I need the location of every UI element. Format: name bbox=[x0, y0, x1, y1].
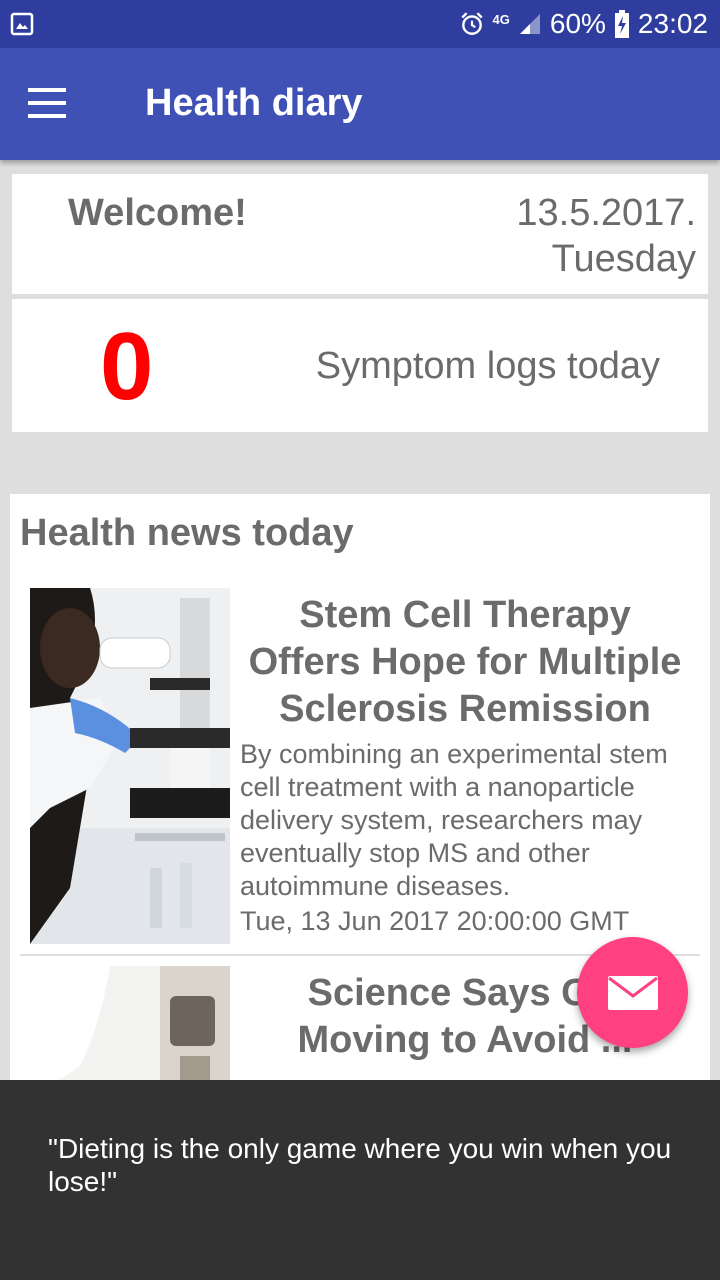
news-thumbnail bbox=[30, 588, 230, 944]
envelope-icon[interactable] bbox=[577, 937, 688, 1048]
alarm-icon bbox=[460, 12, 483, 35]
symptom-logs-card[interactable]: 0 Symptom logs today bbox=[12, 299, 708, 432]
scientist-microscope-image bbox=[30, 588, 230, 944]
welcome-card: Welcome! 13.5.2017. Tuesday bbox=[12, 174, 708, 294]
news-date: Tue, 13 Jun 2017 20:00:00 GMT bbox=[240, 906, 630, 936]
news-description: By combining an experimental stem cell t… bbox=[240, 739, 668, 901]
page-title: Health diary bbox=[145, 82, 363, 124]
welcome-greeting: Welcome! bbox=[68, 192, 247, 234]
status-bar: 4G 60% 23:02 bbox=[0, 0, 720, 48]
signal-icon bbox=[519, 14, 540, 34]
news-heading: Health news today bbox=[20, 512, 354, 554]
battery-charging-icon bbox=[614, 10, 629, 38]
hamburger-menu-icon[interactable] bbox=[28, 88, 68, 120]
weekday-value: Tuesday bbox=[551, 238, 696, 280]
current-date: 13.5.2017. Tuesday bbox=[516, 190, 696, 282]
quote-text: "Dieting is the only game where you win … bbox=[48, 1133, 672, 1197]
symptom-count: 0 bbox=[100, 313, 154, 420]
date-value: 13.5.2017. bbox=[516, 192, 696, 234]
status-time: 23:02 bbox=[637, 8, 708, 39]
image-icon bbox=[10, 12, 34, 36]
news-item[interactable]: Stem Cell Therapy Offers Hope for Multip… bbox=[10, 588, 710, 944]
battery-percent: 60% bbox=[549, 8, 606, 39]
network-type: 4G bbox=[492, 11, 510, 27]
app-bar: Health diary bbox=[0, 48, 720, 160]
news-thumbnail bbox=[20, 966, 230, 1094]
news-title: Stem Cell Therapy Offers Hope for Multip… bbox=[248, 594, 682, 730]
snackbar: "Dieting is the only game where you win … bbox=[0, 1080, 720, 1280]
symptom-label: Symptom logs today bbox=[315, 345, 660, 387]
lab-image bbox=[20, 966, 230, 1094]
